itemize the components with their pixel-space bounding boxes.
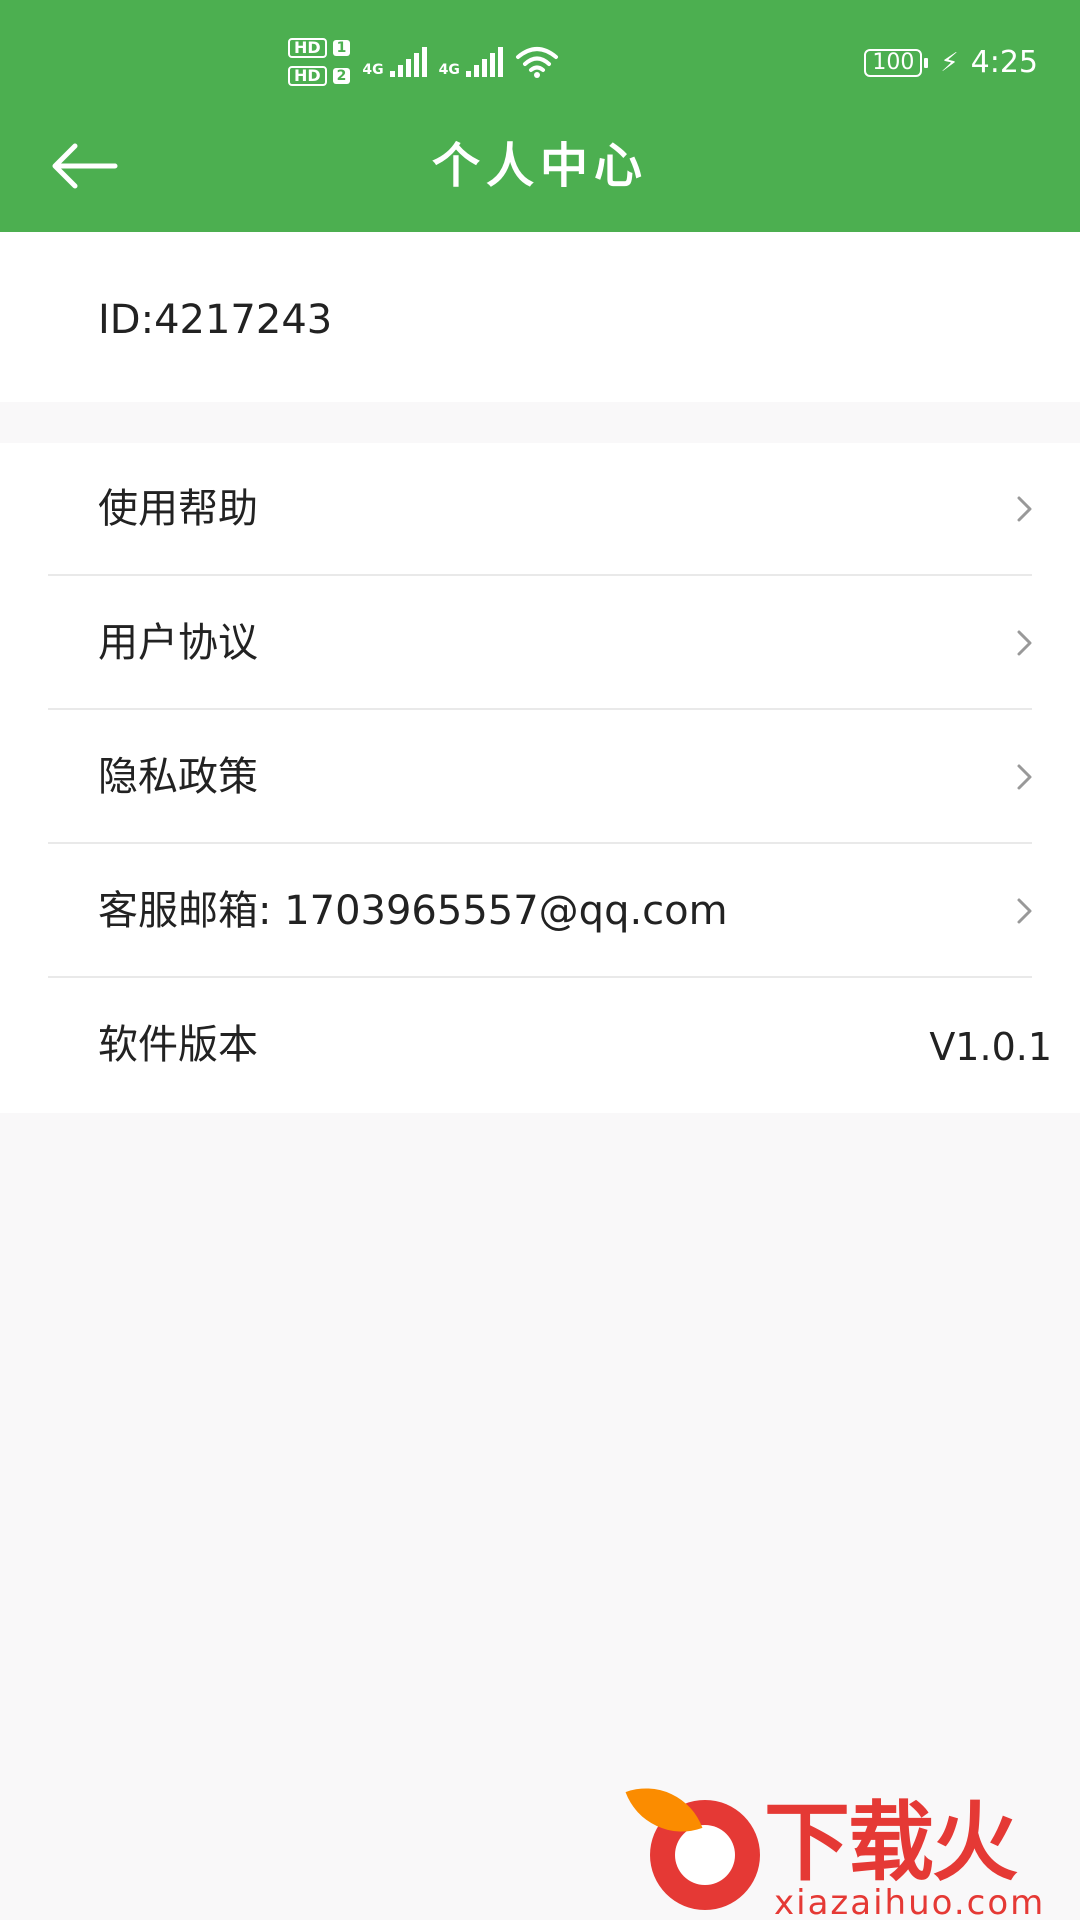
chevron-right-icon — [1017, 898, 1032, 924]
hd-badge: HD — [288, 66, 327, 86]
user-id: ID:4217243 — [98, 297, 333, 343]
menu-item-label: 软件版本 — [98, 1022, 258, 1068]
version-value: V1.0.1 — [929, 1025, 1052, 1069]
divider — [48, 976, 1032, 978]
sim2-indicator: HD 2 — [288, 66, 351, 86]
sim1-number: 1 — [332, 40, 351, 56]
menu-item-label: 客服邮箱: 1703965557@qq.com — [98, 888, 728, 934]
signal-1: 4G — [362, 47, 427, 78]
status-right: 100 ⚡ 4:25 — [864, 48, 1038, 78]
sim-indicators: HD 1 HD 2 — [288, 38, 351, 86]
chevron-right-icon — [1017, 630, 1032, 656]
chevron-right-icon — [1017, 496, 1032, 522]
signal-2: 4G — [439, 47, 503, 77]
menu-item-support-email[interactable]: 客服邮箱: 1703965557@qq.com — [0, 845, 1080, 978]
menu-item-privacy-policy[interactable]: 隐私政策 — [0, 711, 1080, 844]
menu-item-software-version: 软件版本 V1.0.1 — [0, 979, 1080, 1112]
signal-bars-icon — [465, 47, 503, 77]
profile-section: ID:4217243 — [0, 232, 1080, 402]
watermark-brand: 下载火 — [764, 1793, 1018, 1893]
divider — [48, 708, 1032, 710]
watermark-logo: 下载火 xiazaihuo.com — [625, 1771, 1080, 1920]
menu-item-label: 隐私政策 — [98, 754, 258, 800]
network-type: 4G — [362, 62, 384, 78]
divider — [48, 574, 1032, 576]
status-bar: HD 1 HD 2 4G 4G 100 ⚡ 4:25 — [0, 0, 1080, 120]
charging-icon: ⚡ — [940, 48, 959, 78]
chevron-right-icon — [1017, 764, 1032, 790]
menu-item-label: 用户协议 — [98, 620, 258, 666]
sim1-indicator: HD 1 — [288, 38, 351, 58]
signal-bars-icon — [389, 47, 427, 77]
divider — [48, 842, 1032, 844]
menu-item-help[interactable]: 使用帮助 — [0, 443, 1080, 576]
battery-icon: 100 — [864, 49, 929, 77]
wifi-icon — [515, 45, 559, 79]
hd-badge: HD — [288, 38, 327, 58]
watermark-site: xiazaihuo.com — [774, 1883, 1046, 1920]
network-type: 4G — [438, 62, 460, 78]
app-header: HD 1 HD 2 4G 4G 100 ⚡ 4:25 个人中心 — [0, 0, 1080, 232]
menu-item-user-agreement[interactable]: 用户协议 — [0, 577, 1080, 710]
sim2-number: 2 — [332, 68, 351, 84]
clock: 4:25 — [970, 45, 1038, 80]
settings-menu: 使用帮助 用户协议 隐私政策 客服邮箱: 1703965557@qq.com 软… — [0, 443, 1080, 1113]
status-left: HD 1 HD 2 4G 4G — [288, 38, 559, 86]
menu-item-label: 使用帮助 — [98, 486, 258, 532]
page-title: 个人中心 — [431, 138, 648, 194]
battery-level: 100 — [864, 49, 923, 77]
